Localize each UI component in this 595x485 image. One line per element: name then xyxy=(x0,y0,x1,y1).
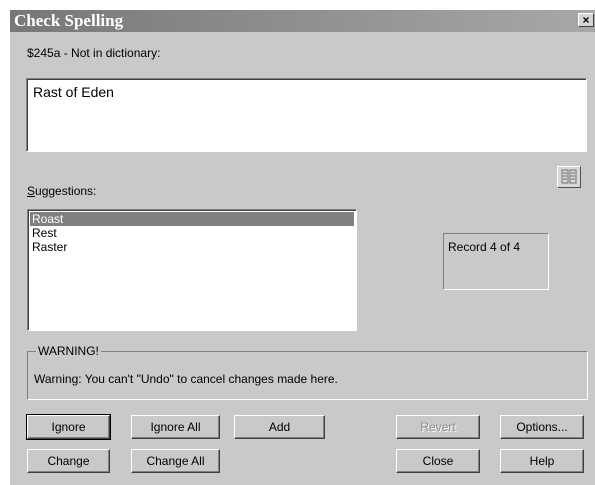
field-status-label: $245a - Not in dictionary: xyxy=(27,46,161,60)
warning-group: WARNING! Warning: You can't "Undo" to ca… xyxy=(27,344,588,400)
window-title: Check Spelling xyxy=(14,11,124,30)
suggestion-item[interactable]: Rest xyxy=(30,226,354,240)
options-button[interactable]: Options... xyxy=(500,415,584,439)
add-button[interactable]: Add xyxy=(234,415,325,439)
change-all-button-label: Change All xyxy=(146,454,205,468)
current-text-value: Rast of Eden xyxy=(33,84,114,100)
record-status: Record 4 of 4 xyxy=(448,240,521,254)
current-text-field[interactable]: Rast of Eden xyxy=(26,78,587,152)
ignore-all-button[interactable]: Ignore All xyxy=(131,415,220,439)
options-button-label: Options... xyxy=(516,420,568,434)
change-all-button[interactable]: Change All xyxy=(131,449,220,473)
suggestions-list[interactable]: Roast Rest Raster xyxy=(27,209,357,331)
suggestion-item[interactable]: Roast xyxy=(30,212,354,226)
revert-button-label: Revert xyxy=(420,420,456,434)
change-button[interactable]: Change xyxy=(27,449,110,473)
warning-message: Warning: You can't "Undo" to cancel chan… xyxy=(34,372,338,386)
suggestion-item[interactable]: Raster xyxy=(30,240,354,254)
help-button[interactable]: Help xyxy=(500,449,584,473)
title-bar[interactable]: Check Spelling × xyxy=(10,10,595,32)
warning-legend: WARNING! xyxy=(36,344,101,358)
add-button-label: Add xyxy=(268,420,291,434)
suggestions-label-rest: uggestions: xyxy=(35,184,97,198)
dictionary-icon[interactable] xyxy=(557,166,581,188)
record-status-box: Record 4 of 4 xyxy=(443,233,549,290)
close-button-label: Close xyxy=(422,454,454,468)
ignore-button[interactable]: Ignore xyxy=(26,414,111,440)
dictionary-icon-glyph xyxy=(561,169,577,184)
revert-button[interactable]: Revert xyxy=(396,415,480,439)
check-spelling-dialog: Check Spelling × $245a - Not in dictiona… xyxy=(9,9,595,485)
help-button-label: Help xyxy=(529,454,555,468)
close-window-button[interactable]: × xyxy=(578,13,594,27)
close-button[interactable]: Close xyxy=(396,449,480,473)
ignore-button-label: Ignore xyxy=(51,420,86,434)
suggestions-label: Suggestions: xyxy=(27,184,97,198)
ignore-all-button-label: Ignore All xyxy=(150,420,201,434)
change-button-label: Change xyxy=(47,454,90,468)
